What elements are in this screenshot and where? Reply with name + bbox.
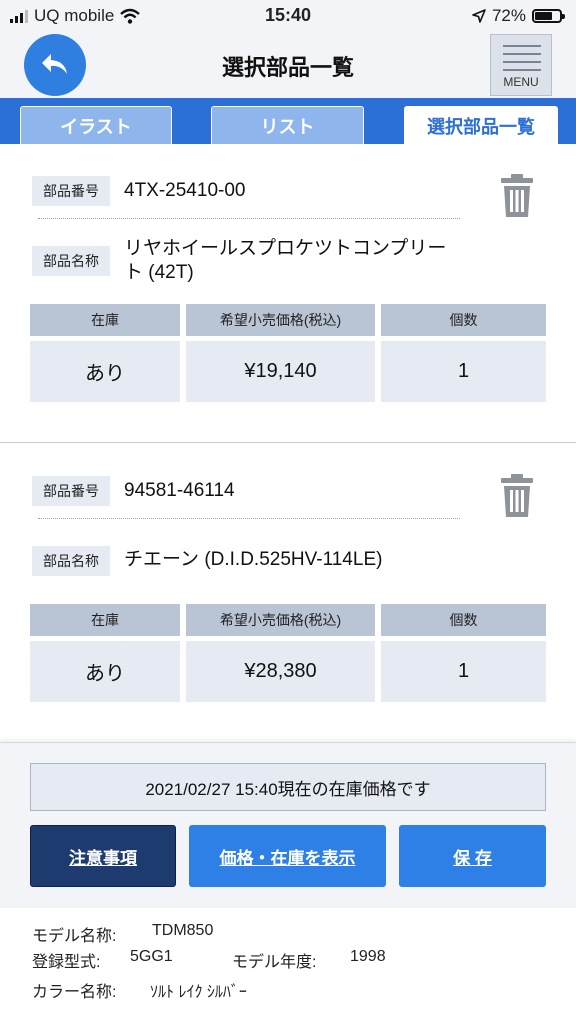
stock-header: 在庫 [30, 604, 180, 636]
part-number-label: 部品番号 [32, 176, 110, 206]
color-name-value: ｿﾙﾄ ﾚｲｸ ｼﾙﾊﾞｰ [150, 984, 247, 1001]
part-item: 部品番号 94581-46114 部品名称 チエーン (D.I.D.525HV-… [0, 444, 576, 742]
stock-price-table: 在庫 希望小売価格(税込) 個数 あり ¥28,380 1 [30, 604, 546, 702]
model-type-value: 5GG1 [130, 948, 173, 965]
qty-value: 1 [381, 641, 546, 702]
part-number-label: 部品番号 [32, 476, 110, 506]
color-name-label: カラー名称: [32, 984, 117, 1001]
bottom-panel: 2021/02/27 15:40現在の在庫価格です 注意事項 価格・在庫を表示 … [0, 742, 576, 908]
qty-header: 個数 [381, 304, 546, 336]
tab-illustration[interactable]: イラスト [20, 106, 172, 144]
tab-bar: イラスト リスト 選択部品一覧 [0, 98, 576, 144]
stock-header: 在庫 [30, 304, 180, 336]
part-name-line1: チエーン (D.I.D.525HV-114LE) [124, 549, 383, 570]
model-name-label: モデル名称: [32, 928, 117, 945]
stock-value: あり [30, 641, 180, 702]
model-info: モデル名称: TDM850 登録型式: 5GG1 モデル年度: 1998 カラー… [0, 908, 576, 1024]
qty-value: 1 [381, 341, 546, 402]
battery-icon [532, 9, 565, 23]
price-value: ¥28,380 [186, 641, 375, 702]
part-name-label: 部品名称 [32, 246, 110, 276]
part-name-line1: リヤホイールスプロケツトコンプリー [124, 238, 447, 259]
part-item: 部品番号 4TX-25410-00 部品名称 リヤホイールスプロケツトコンプリー… [0, 144, 576, 444]
save-button[interactable]: 保 存 [399, 825, 546, 887]
part-name-label: 部品名称 [32, 546, 110, 576]
part-name-line2: ト (42T) [124, 262, 194, 283]
price-header: 希望小売価格(税込) [186, 604, 375, 636]
item-separator [0, 442, 576, 443]
model-name-value: TDM850 [152, 922, 214, 939]
trash-icon[interactable] [500, 174, 534, 218]
notes-button[interactable]: 注意事項 [30, 825, 176, 887]
tab-selected-parts[interactable]: 選択部品一覧 [404, 106, 558, 144]
stock-price-notice: 2021/02/27 15:40現在の在庫価格です [30, 763, 546, 811]
show-price-stock-button[interactable]: 価格・在庫を表示 [189, 825, 386, 887]
location-arrow-icon [472, 9, 486, 23]
app-header: 選択部品一覧 MENU [0, 34, 576, 98]
model-year-label: モデル年度: [232, 954, 317, 971]
menu-button[interactable]: MENU [490, 34, 552, 96]
price-value: ¥19,140 [186, 341, 375, 402]
divider [38, 218, 460, 219]
tab-list[interactable]: リスト [211, 106, 364, 144]
part-number-value: 4TX-25410-00 [124, 180, 246, 201]
menu-label: MENU [503, 75, 539, 89]
battery-percent: 72% [491, 6, 526, 25]
divider [38, 518, 460, 519]
part-number-value: 94581-46114 [124, 480, 235, 501]
status-bar: UQ mobile 15:40 72% [0, 0, 576, 34]
page: UQ mobile 15:40 72% 選択部品一覧 MENU イラスト リスト… [0, 0, 576, 1024]
stock-value: あり [30, 341, 180, 402]
battery-fill [535, 12, 553, 20]
model-year-value: 1998 [350, 948, 386, 965]
trash-icon[interactable] [500, 474, 534, 518]
model-type-label: 登録型式: [32, 954, 101, 971]
status-right: 72% [472, 6, 565, 26]
price-header: 希望小売価格(税込) [186, 304, 375, 336]
qty-header: 個数 [381, 604, 546, 636]
hamburger-icon [503, 45, 541, 77]
stock-price-table: 在庫 希望小売価格(税込) 個数 あり ¥19,140 1 [30, 304, 546, 402]
